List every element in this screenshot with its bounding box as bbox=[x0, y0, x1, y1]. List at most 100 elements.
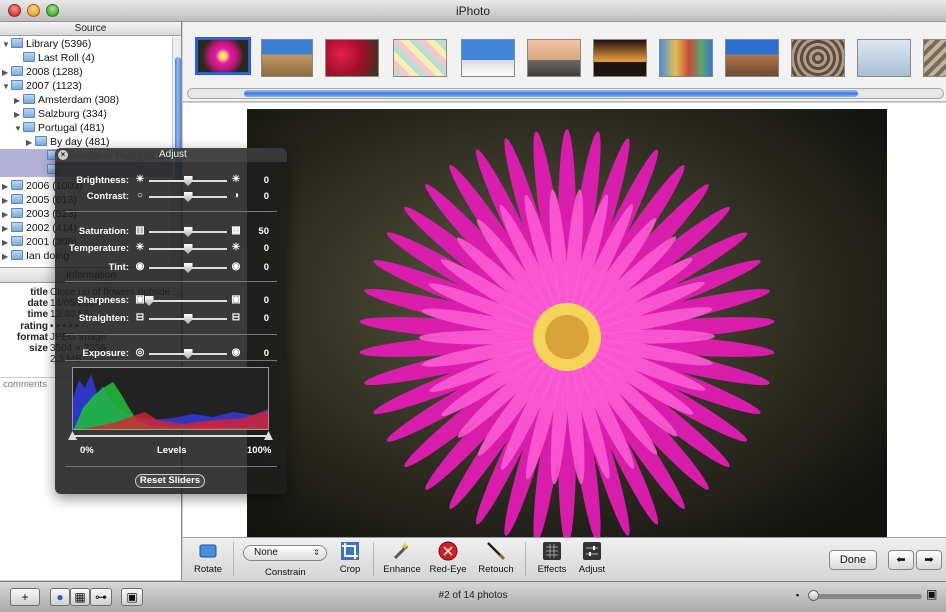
close-icon: × bbox=[60, 150, 66, 159]
effects-grid-icon bbox=[543, 542, 561, 560]
thumbnail-photo[interactable] bbox=[325, 39, 379, 77]
source-item-label: Amsterdam (308) bbox=[38, 94, 120, 106]
disclosure-closed-icon[interactable]: ▶ bbox=[14, 108, 23, 122]
slider-label: Brightness: bbox=[76, 175, 129, 186]
arrow-right-icon: ➡ bbox=[924, 554, 934, 566]
disclosure-closed-icon[interactable]: ▶ bbox=[26, 136, 35, 150]
info-key: date bbox=[27, 298, 48, 309]
retouch-button[interactable]: Retouch bbox=[477, 540, 515, 575]
slider-min-icon: ○ bbox=[136, 190, 144, 201]
main-photo[interactable] bbox=[247, 109, 887, 537]
slider-track[interactable] bbox=[149, 300, 227, 302]
next-photo-button[interactable]: ➡ bbox=[916, 550, 942, 570]
source-item[interactable]: Last Roll (4) bbox=[0, 51, 172, 65]
thumbnail-photo[interactable] bbox=[593, 39, 647, 77]
info-button[interactable]: ● bbox=[50, 588, 70, 606]
red-eye-button[interactable]: Red-Eye bbox=[429, 540, 467, 575]
disclosure-closed-icon[interactable]: ▶ bbox=[2, 208, 11, 222]
source-item-label: Last Roll (4) bbox=[38, 52, 95, 64]
adjust-button[interactable]: Adjust bbox=[575, 540, 609, 575]
thumbnail-photo[interactable] bbox=[195, 37, 251, 75]
slider-knob[interactable] bbox=[183, 244, 193, 254]
thumbnail-photo[interactable] bbox=[527, 39, 581, 77]
source-item[interactable]: ▶ 2008 (1288) bbox=[0, 65, 172, 79]
keywords-button[interactable]: ⊶ bbox=[90, 588, 112, 606]
fullscreen-button[interactable]: ▣ bbox=[121, 588, 143, 606]
thumbnail-photo[interactable] bbox=[461, 39, 515, 77]
slider-min-icon: ◉ bbox=[135, 261, 145, 272]
slider-knob[interactable] bbox=[183, 263, 193, 273]
status-bar: + ● ▦ ⊶ ▣ #2 of 14 photos ▪ ▣ bbox=[0, 581, 946, 612]
large-photo-icon: ▣ bbox=[926, 587, 938, 601]
slider-min-icon: ☀ bbox=[135, 174, 145, 185]
slider-knob[interactable] bbox=[144, 296, 154, 306]
source-item[interactable]: ▶ Salzburg (334) bbox=[0, 107, 172, 121]
thumbnail-photo[interactable] bbox=[791, 39, 845, 77]
thumbnail-photo[interactable] bbox=[393, 39, 447, 77]
adjust-title-bar[interactable]: × Adjust bbox=[55, 148, 287, 162]
divider bbox=[373, 542, 374, 576]
thumbnail-photo[interactable] bbox=[923, 39, 946, 77]
scroll-thumb[interactable] bbox=[244, 90, 858, 97]
histogram bbox=[72, 367, 269, 430]
slider-value: 0 bbox=[263, 191, 269, 202]
slider-knob[interactable] bbox=[183, 192, 193, 202]
source-item[interactable]: ▶ By day (481) bbox=[0, 135, 172, 149]
previous-photo-button[interactable]: ⬅ bbox=[888, 550, 914, 570]
crop-button[interactable]: Crop bbox=[335, 540, 365, 575]
thumbnail-photo[interactable] bbox=[857, 39, 911, 77]
histogram-graph bbox=[73, 374, 268, 429]
reset-sliders-button[interactable]: Reset Sliders bbox=[135, 474, 205, 488]
disclosure-closed-icon[interactable]: ▶ bbox=[2, 180, 11, 194]
disclosure-closed-icon[interactable]: ▶ bbox=[2, 250, 11, 264]
rotate-button[interactable]: Rotate bbox=[191, 540, 225, 575]
slider-min-icon: ▣ bbox=[135, 294, 145, 305]
filmstrip-scrollbar[interactable] bbox=[187, 88, 944, 99]
folder-icon bbox=[23, 52, 35, 62]
source-item[interactable]: ▼ 2007 (1123) bbox=[0, 79, 172, 93]
adjust-row: Temperature: ✳ ✳ 0 bbox=[55, 242, 287, 256]
slider-knob[interactable] bbox=[183, 176, 193, 186]
slider-label: Tint: bbox=[108, 262, 129, 273]
disclosure-closed-icon[interactable]: ▶ bbox=[2, 66, 11, 80]
slider-knob[interactable] bbox=[183, 227, 193, 237]
source-item[interactable]: ▶ Amsterdam (308) bbox=[0, 93, 172, 107]
source-item-label: Library (5396) bbox=[26, 38, 92, 50]
done-button[interactable]: Done bbox=[829, 550, 877, 570]
source-item[interactable]: ▼ Portugal (481) bbox=[0, 121, 172, 135]
adjust-row: Exposure: ◎ ◉ 0 bbox=[55, 347, 287, 361]
source-item[interactable]: ▼ Library (5396) bbox=[0, 37, 172, 51]
rotate-icon bbox=[199, 544, 217, 558]
adjust-close-button[interactable]: × bbox=[58, 150, 68, 160]
disclosure-closed-icon[interactable]: ▶ bbox=[2, 236, 11, 250]
slider-knob[interactable] bbox=[183, 314, 193, 324]
comments-field[interactable]: comments bbox=[3, 379, 47, 390]
disclosure-closed-icon[interactable]: ▶ bbox=[2, 222, 11, 236]
disclosure-open-icon[interactable]: ▼ bbox=[14, 122, 23, 136]
slider-min-icon: ✳ bbox=[135, 242, 145, 253]
disclosure-closed-icon[interactable]: ▶ bbox=[14, 94, 23, 108]
add-button[interactable]: + bbox=[10, 588, 40, 606]
effects-label: Effects bbox=[537, 564, 567, 575]
disclosure-closed-icon[interactable]: ▶ bbox=[2, 194, 11, 208]
effects-button[interactable]: Effects bbox=[535, 540, 569, 575]
thumbnail-photo[interactable] bbox=[261, 39, 313, 77]
calendar-button[interactable]: ▦ bbox=[70, 588, 90, 606]
folder-icon bbox=[11, 236, 23, 246]
enhance-button[interactable]: Enhance bbox=[383, 540, 421, 575]
thumbnail-photo[interactable] bbox=[659, 39, 713, 77]
levels-max-label: 100% bbox=[247, 445, 272, 456]
slider-label: Sharpness: bbox=[77, 295, 129, 306]
thumbnail-photo[interactable] bbox=[725, 39, 779, 77]
zoom-knob[interactable] bbox=[808, 590, 819, 601]
magic-wand-icon bbox=[393, 542, 409, 560]
slider-knob[interactable] bbox=[183, 349, 193, 359]
slider-max-icon: ▣ bbox=[231, 294, 241, 305]
brush-icon bbox=[487, 542, 506, 561]
constrain-value: None bbox=[254, 547, 278, 558]
disclosure-open-icon[interactable]: ▼ bbox=[2, 38, 11, 52]
zoom-slider[interactable] bbox=[808, 590, 922, 601]
disclosure-open-icon[interactable]: ▼ bbox=[2, 80, 11, 94]
levels-slider[interactable] bbox=[72, 435, 269, 437]
constrain-popup[interactable]: None ⇕ bbox=[243, 545, 327, 561]
